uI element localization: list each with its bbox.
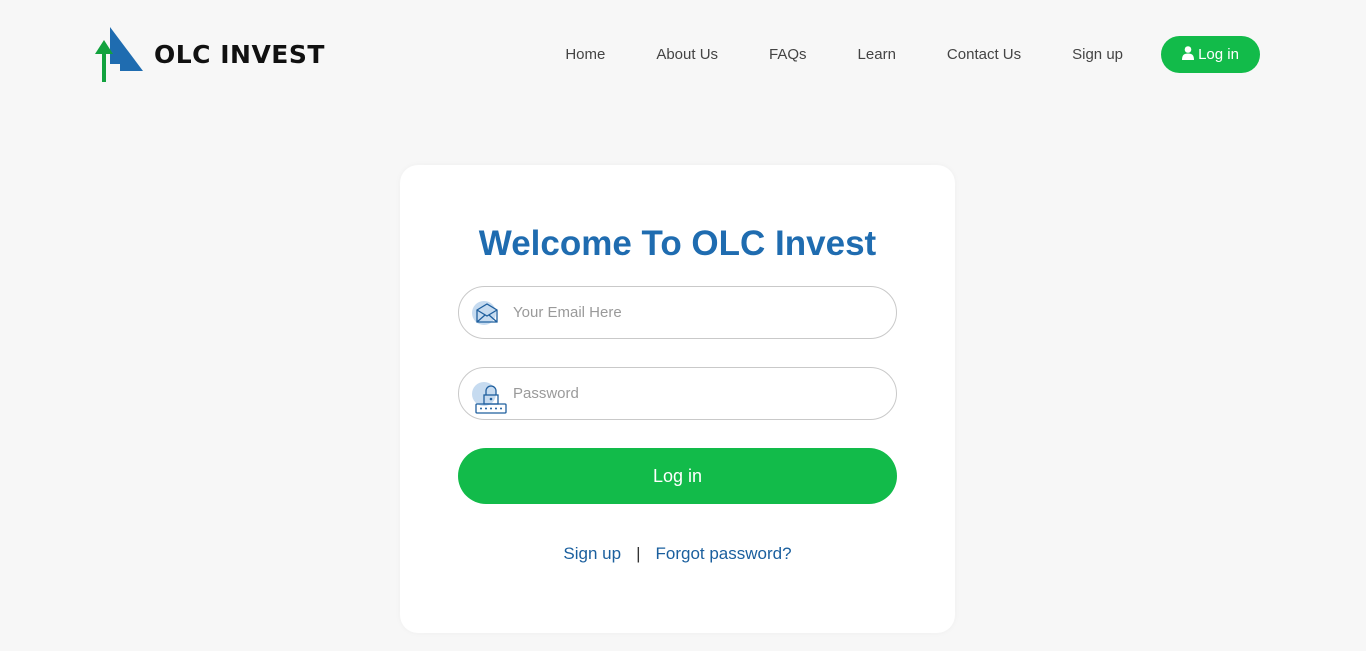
auth-links: Sign up | Forgot password?	[400, 544, 955, 564]
email-field[interactable]	[458, 286, 897, 339]
nav-item-contact-us[interactable]: Contact Us	[947, 46, 1021, 63]
main-nav: Home About Us FAQs Learn Contact Us Sign…	[565, 36, 1260, 73]
nav-login-button[interactable]: Log in	[1161, 36, 1260, 73]
brand-name: OLC INVEST	[154, 39, 325, 69]
forgot-password-link[interactable]: Forgot password?	[656, 544, 792, 563]
nav-item-learn[interactable]: Learn	[858, 46, 896, 63]
link-separator: |	[636, 544, 641, 563]
nav-item-sign-up[interactable]: Sign up	[1072, 46, 1123, 63]
site-header: OLC INVEST Home About Us FAQs Learn Cont…	[0, 0, 1366, 110]
lock-icon	[471, 374, 511, 414]
password-input[interactable]	[513, 385, 873, 402]
nav-login-label: Log in	[1198, 46, 1239, 63]
user-icon	[1182, 45, 1195, 64]
nav-item-faqs[interactable]: FAQs	[769, 46, 807, 63]
nav-item-home[interactable]: Home	[565, 46, 605, 63]
signup-link[interactable]: Sign up	[563, 544, 621, 563]
brand-logo[interactable]: OLC INVEST	[94, 24, 325, 84]
envelope-icon	[471, 293, 511, 333]
password-field[interactable]	[458, 367, 897, 420]
login-card: Welcome To OLC Invest Your Email Here Lo…	[400, 165, 955, 633]
login-submit-button[interactable]: Log in	[458, 448, 897, 504]
arrow-triangle-logo-icon	[94, 24, 144, 84]
nav-item-about-us[interactable]: About Us	[656, 46, 718, 63]
email-input[interactable]	[513, 304, 873, 321]
login-title: Welcome To OLC Invest	[478, 224, 877, 263]
